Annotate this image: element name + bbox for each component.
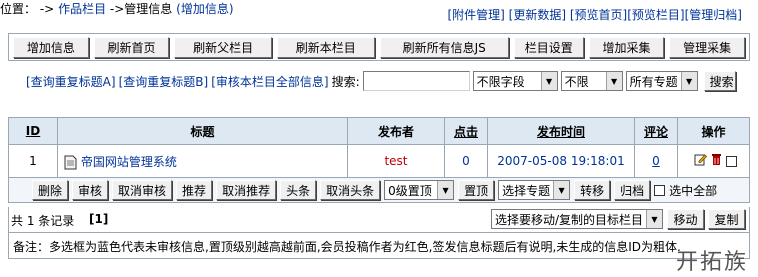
row-title-link[interactable]: 帝国网站管理系统 bbox=[81, 155, 177, 169]
query-duplicate-a-link[interactable]: [查询重复标题A] bbox=[26, 73, 116, 90]
row-time: 2007-05-08 19:18:01 bbox=[487, 144, 635, 178]
page-number: [1] bbox=[89, 212, 109, 226]
archive-button[interactable]: 归档 bbox=[614, 180, 651, 200]
scope-select-value: 不限 bbox=[564, 74, 589, 89]
chevron-down-icon: ▼ bbox=[437, 181, 454, 199]
scope-select[interactable]: 不限 ▼ bbox=[560, 71, 623, 91]
add-collect-button[interactable]: 增加采集 bbox=[588, 37, 665, 58]
preview-home-link[interactable]: [预览首页] bbox=[570, 8, 627, 22]
refresh-column-button[interactable]: 刷新本栏目 bbox=[276, 37, 375, 58]
top-level-select[interactable]: 0级置顶 ▼ bbox=[384, 180, 455, 200]
topic-select-value: 所有专题 bbox=[629, 74, 678, 89]
toolbar: 增加信息 刷新首页 刷新父栏目 刷新本栏目 刷新所有信息JS 栏目设置 增加采集… bbox=[8, 33, 750, 61]
search-input[interactable] bbox=[362, 71, 470, 91]
audit-all-link[interactable]: [审核本栏目全部信息] bbox=[211, 73, 328, 90]
delete-button[interactable]: 删除 bbox=[32, 180, 69, 200]
update-data-link[interactable]: [更新数据] bbox=[509, 8, 566, 22]
watermark: 开拓族 bbox=[675, 250, 748, 275]
query-duplicate-b-link[interactable]: [查询重复标题B] bbox=[119, 73, 209, 90]
row-id: 1 bbox=[8, 144, 58, 178]
document-icon bbox=[64, 155, 77, 170]
chevron-down-icon: ▼ bbox=[553, 181, 570, 199]
search-label: 搜索: bbox=[331, 74, 360, 89]
actions-row: 删除 审核 取消审核 推荐 取消推荐 头条 取消头条 0级置顶 ▼ 置顶 选择专… bbox=[8, 177, 750, 203]
chevron-down-icon: ▼ bbox=[646, 210, 662, 228]
field-select-value: 不限字段 bbox=[476, 74, 525, 89]
header-publisher: 发布者 bbox=[347, 117, 445, 145]
top-level-value: 0级置顶 bbox=[388, 183, 432, 198]
record-count: 共 1 条记录 bbox=[11, 214, 75, 228]
set-top-button[interactable]: 置顶 bbox=[458, 180, 495, 200]
row-comments-link[interactable]: 0 bbox=[652, 154, 660, 168]
pagination-bar: 共 1 条记录 [1] 选择要移动/复制的目标栏目 ▼ 移动 复制 bbox=[8, 207, 750, 233]
top-links: [附件管理] [更新数据] [预览首页][预览栏目][管理归档] bbox=[447, 6, 742, 23]
attachments-link[interactable]: [附件管理] bbox=[447, 8, 504, 22]
note-text: 备注：多选框为蓝色代表未审核信息,置顶级别越高越前面,会员投稿作者为红色,签发信… bbox=[8, 233, 750, 259]
breadcrumb-arrow: -> bbox=[39, 2, 55, 16]
breadcrumb-prefix: 位置： bbox=[0, 2, 37, 16]
column-settings-button[interactable]: 栏目设置 bbox=[513, 37, 584, 58]
manage-archive-link[interactable]: [管理归档] bbox=[685, 8, 742, 22]
cancel-headline-button[interactable]: 取消头条 bbox=[320, 180, 381, 200]
add-info-button[interactable]: 增加信息 bbox=[13, 37, 89, 58]
info-table: ID 标题 发布者 点击 发布时间 评论 操作 1 帝国网站管理系统 test … bbox=[8, 117, 750, 203]
topic-select[interactable]: 所有专题 ▼ bbox=[625, 71, 698, 91]
headline-button[interactable]: 头条 bbox=[280, 180, 317, 200]
row-clicks: 0 bbox=[444, 144, 488, 178]
cancel-audit-button[interactable]: 取消审核 bbox=[112, 180, 173, 200]
chevron-down-icon: ▼ bbox=[540, 72, 557, 90]
audit-button[interactable]: 审核 bbox=[72, 180, 109, 200]
action-topic-value: 选择专题 bbox=[502, 183, 551, 198]
action-topic-select[interactable]: 选择专题 ▼ bbox=[498, 180, 571, 200]
manage-collect-button[interactable]: 管理采集 bbox=[669, 37, 746, 58]
cancel-recommend-button[interactable]: 取消推荐 bbox=[216, 180, 277, 200]
table-header-row: ID 标题 发布者 点击 发布时间 评论 操作 bbox=[8, 117, 750, 145]
recommend-button[interactable]: 推荐 bbox=[176, 180, 213, 200]
search-button[interactable]: 搜索 bbox=[703, 71, 736, 91]
sort-id-link[interactable]: ID bbox=[26, 124, 40, 138]
transfer-button[interactable]: 转移 bbox=[574, 180, 611, 200]
header-title: 标题 bbox=[57, 117, 348, 145]
refresh-all-js-button[interactable]: 刷新所有信息JS bbox=[379, 37, 509, 58]
move-button[interactable]: 移动 bbox=[667, 209, 704, 229]
target-column-select[interactable]: 选择要移动/复制的目标栏目 ▼ bbox=[491, 209, 663, 229]
search-bar: [查询重复标题A] [查询重复标题B] [审核本栏目全部信息] 搜索: 不限字段… bbox=[26, 71, 736, 91]
sort-time-link[interactable]: 发布时间 bbox=[537, 125, 585, 139]
sort-comments-link[interactable]: 评论 bbox=[644, 125, 668, 139]
header-ops: 操作 bbox=[677, 117, 750, 145]
table-row: 1 帝国网站管理系统 test 0 2007-05-08 19:18:01 0 bbox=[8, 144, 750, 178]
select-all-label: 选中全部 bbox=[669, 183, 718, 198]
row-checkbox[interactable] bbox=[726, 155, 737, 167]
field-select[interactable]: 不限字段 ▼ bbox=[472, 71, 558, 91]
add-info-link[interactable]: (增加信息) bbox=[176, 2, 233, 16]
copy-button[interactable]: 复制 bbox=[708, 209, 745, 229]
preview-column-link[interactable]: [预览栏目] bbox=[627, 8, 684, 22]
edit-icon[interactable] bbox=[694, 153, 708, 169]
chevron-down-icon: ▼ bbox=[680, 72, 697, 90]
delete-icon[interactable] bbox=[711, 153, 722, 169]
breadcrumb-link-works[interactable]: 作品栏目 bbox=[58, 2, 106, 16]
row-publisher: test bbox=[347, 144, 445, 178]
breadcrumb-current: 管理信息 bbox=[124, 2, 173, 16]
breadcrumb-arrow: -> bbox=[109, 2, 125, 16]
refresh-parent-button[interactable]: 刷新父栏目 bbox=[174, 37, 272, 58]
select-all-checkbox[interactable] bbox=[654, 184, 666, 196]
chevron-down-icon: ▼ bbox=[605, 72, 622, 90]
sort-clicks-link[interactable]: 点击 bbox=[454, 125, 478, 139]
refresh-home-button[interactable]: 刷新首页 bbox=[93, 37, 170, 58]
target-column-value: 选择要移动/复制的目标栏目 bbox=[495, 212, 644, 227]
